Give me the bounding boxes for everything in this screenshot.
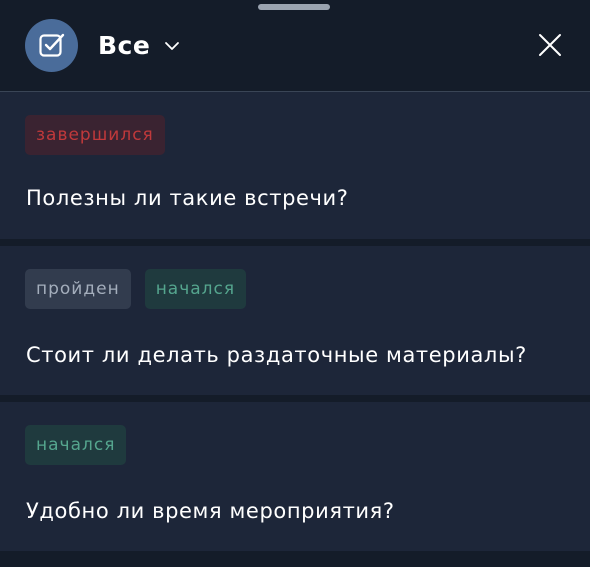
status-badge-started: начался: [25, 425, 127, 465]
status-badges: пройден начался: [25, 269, 247, 309]
chevron-down-icon[interactable]: [164, 38, 180, 54]
close-icon[interactable]: [536, 31, 564, 59]
status-badge-passed: пройден: [25, 269, 131, 309]
poll-item[interactable]: пройден начался Стоит ли делать раздаточ…: [0, 246, 590, 395]
poll-item[interactable]: завершился Полезны ли такие встречи?: [0, 92, 590, 239]
status-badge-ended: завершился: [25, 115, 165, 155]
checkbox-icon[interactable]: [25, 19, 78, 72]
status-badges: завершился: [25, 115, 165, 155]
poll-question: Полезны ли такие встречи?: [26, 186, 349, 210]
filter-dropdown-label[interactable]: Все: [98, 30, 150, 62]
status-badge-started: начался: [144, 269, 247, 309]
poll-item[interactable]: начался Удобно ли время мероприятия?: [0, 402, 590, 551]
poll-question: Стоит ли делать раздаточные материалы?: [26, 343, 527, 367]
drag-handle[interactable]: [258, 4, 330, 10]
poll-question: Удобно ли время мероприятия?: [26, 499, 395, 523]
polls-sheet: Все завершился Полезны ли такие встречи?…: [0, 0, 590, 567]
status-badges: начался: [25, 425, 127, 465]
sheet-header: Все: [0, 0, 590, 91]
